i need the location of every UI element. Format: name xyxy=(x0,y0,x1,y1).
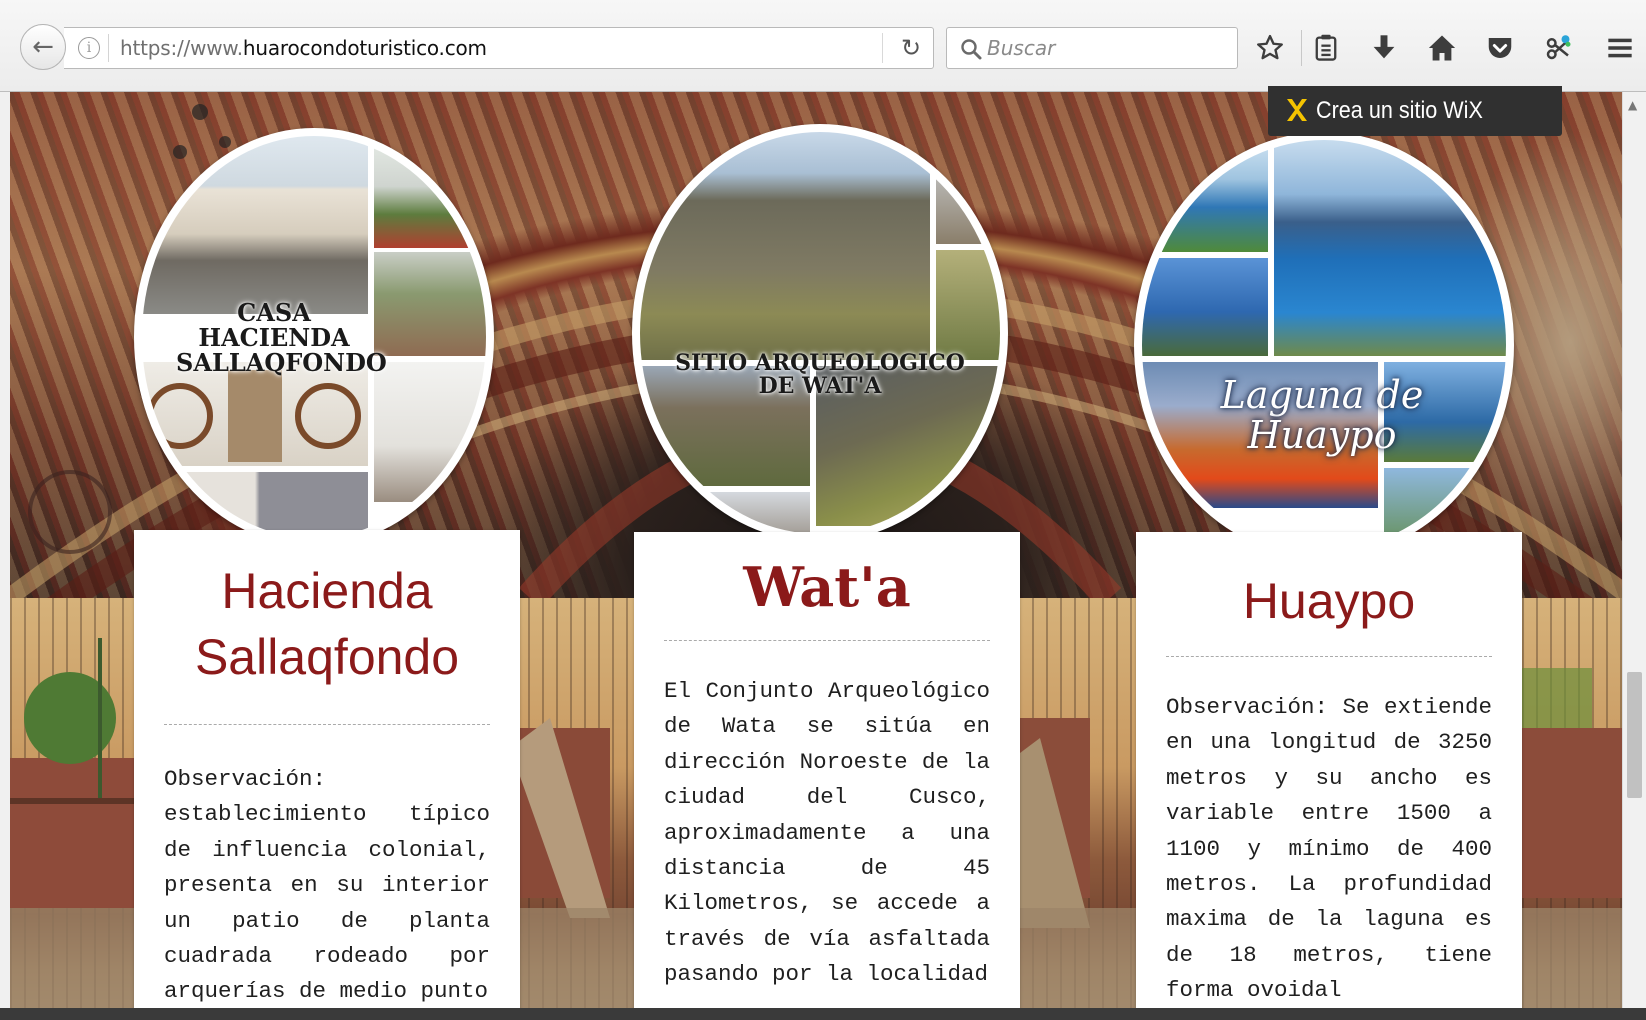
title-divider xyxy=(664,640,990,641)
card-wata: Wat'a El Conjunto Arqueológico de Wata s… xyxy=(634,532,1020,1020)
photo-pier xyxy=(1274,140,1506,356)
reload-icon[interactable]: ↻ xyxy=(894,32,928,64)
photo-ridge xyxy=(936,250,1000,360)
reload-separator xyxy=(882,33,883,63)
home-icon[interactable] xyxy=(1420,26,1464,70)
bottom-status-bar xyxy=(0,1008,1646,1020)
circle-caption-huaypo: Laguna de Huaypo xyxy=(1220,373,1424,457)
reading-list-icon[interactable] xyxy=(1304,26,1348,70)
wix-logo-icon xyxy=(1287,99,1307,121)
circle-caption-wata: SITIO ARQUEOLOGICO DE WAT'A xyxy=(675,350,965,400)
pocket-icon[interactable] xyxy=(1478,26,1522,70)
card-hacienda: Hacienda Sallaqfondo Observación: establ… xyxy=(134,530,520,1020)
card-image-hacienda[interactable]: CASA HACIENDA SALLAQFONDO xyxy=(134,128,494,546)
url-separator xyxy=(108,34,109,62)
url-text[interactable]: https://www.huarocondoturistico.com xyxy=(120,28,487,68)
menu-icon[interactable] xyxy=(1598,26,1642,70)
back-arrow-icon: ← xyxy=(32,32,54,62)
card-title-huaypo: Huaypo xyxy=(1242,573,1416,629)
photo-mountain xyxy=(640,132,930,360)
photo-wheels xyxy=(142,362,368,466)
search-icon xyxy=(961,39,982,60)
card-image-wata[interactable]: SITIO ARQUEOLOGICO DE WAT'A xyxy=(632,124,1008,542)
back-button[interactable]: ← xyxy=(20,24,66,70)
card-body-wata: El Conjunto Arqueológico de Wata se sitú… xyxy=(664,678,990,988)
card-image-huaypo[interactable]: Laguna de Huaypo xyxy=(1134,132,1514,558)
wix-banner-text: Crea un sitio WiX xyxy=(1316,97,1483,124)
photo-courtyard xyxy=(142,136,368,314)
photo-ruin-detail xyxy=(936,132,1000,244)
info-icon[interactable]: i xyxy=(78,37,100,59)
photo-garden xyxy=(374,136,486,248)
search-box[interactable] xyxy=(946,27,1238,69)
photo-shore xyxy=(1142,258,1268,356)
vertical-scrollbar[interactable]: ▲ xyxy=(1622,92,1646,1020)
toolbar-divider xyxy=(1301,30,1302,66)
scroll-up-arrow-icon[interactable]: ▲ xyxy=(1628,98,1637,112)
extension-icon[interactable] xyxy=(1536,26,1580,70)
photo-path xyxy=(374,252,486,356)
circle-caption-hacienda: CASA HACIENDA SALLAQFONDO xyxy=(176,298,387,378)
title-divider xyxy=(164,724,490,725)
card-body-huaypo: Observación: Se extiende en una longitud… xyxy=(1166,694,1492,1004)
bookmark-star-icon[interactable] xyxy=(1248,26,1292,70)
card-title-hacienda: Hacienda Sallaqfondo xyxy=(194,563,460,685)
photo-furniture xyxy=(374,362,486,502)
scrollbar-thumb[interactable] xyxy=(1627,672,1642,798)
browser-toolbar: i https://www.huarocondoturistico.com ↻ … xyxy=(0,0,1646,92)
wix-create-site-banner[interactable]: Crea un sitio WiX xyxy=(1268,86,1562,136)
card-title-wata: Wat'a xyxy=(743,555,911,619)
card-huaypo: Huaypo Observación: Se extiende en una l… xyxy=(1136,532,1522,1020)
url-bar[interactable]: i https://www.huarocondoturistico.com ↻ xyxy=(64,27,934,69)
title-divider xyxy=(1166,656,1492,657)
card-body-hacienda: Observación: establecimiento típico de i… xyxy=(164,766,490,1005)
page-viewport: CASA HACIENDA SALLAQFONDO Hacienda Salla… xyxy=(10,92,1622,1020)
url-domain: huarocondoturistico.com xyxy=(242,36,487,60)
url-prefix: https://www. xyxy=(120,36,243,60)
download-icon[interactable] xyxy=(1362,26,1406,70)
search-input[interactable] xyxy=(987,30,1227,66)
photo-boats xyxy=(1142,140,1268,252)
